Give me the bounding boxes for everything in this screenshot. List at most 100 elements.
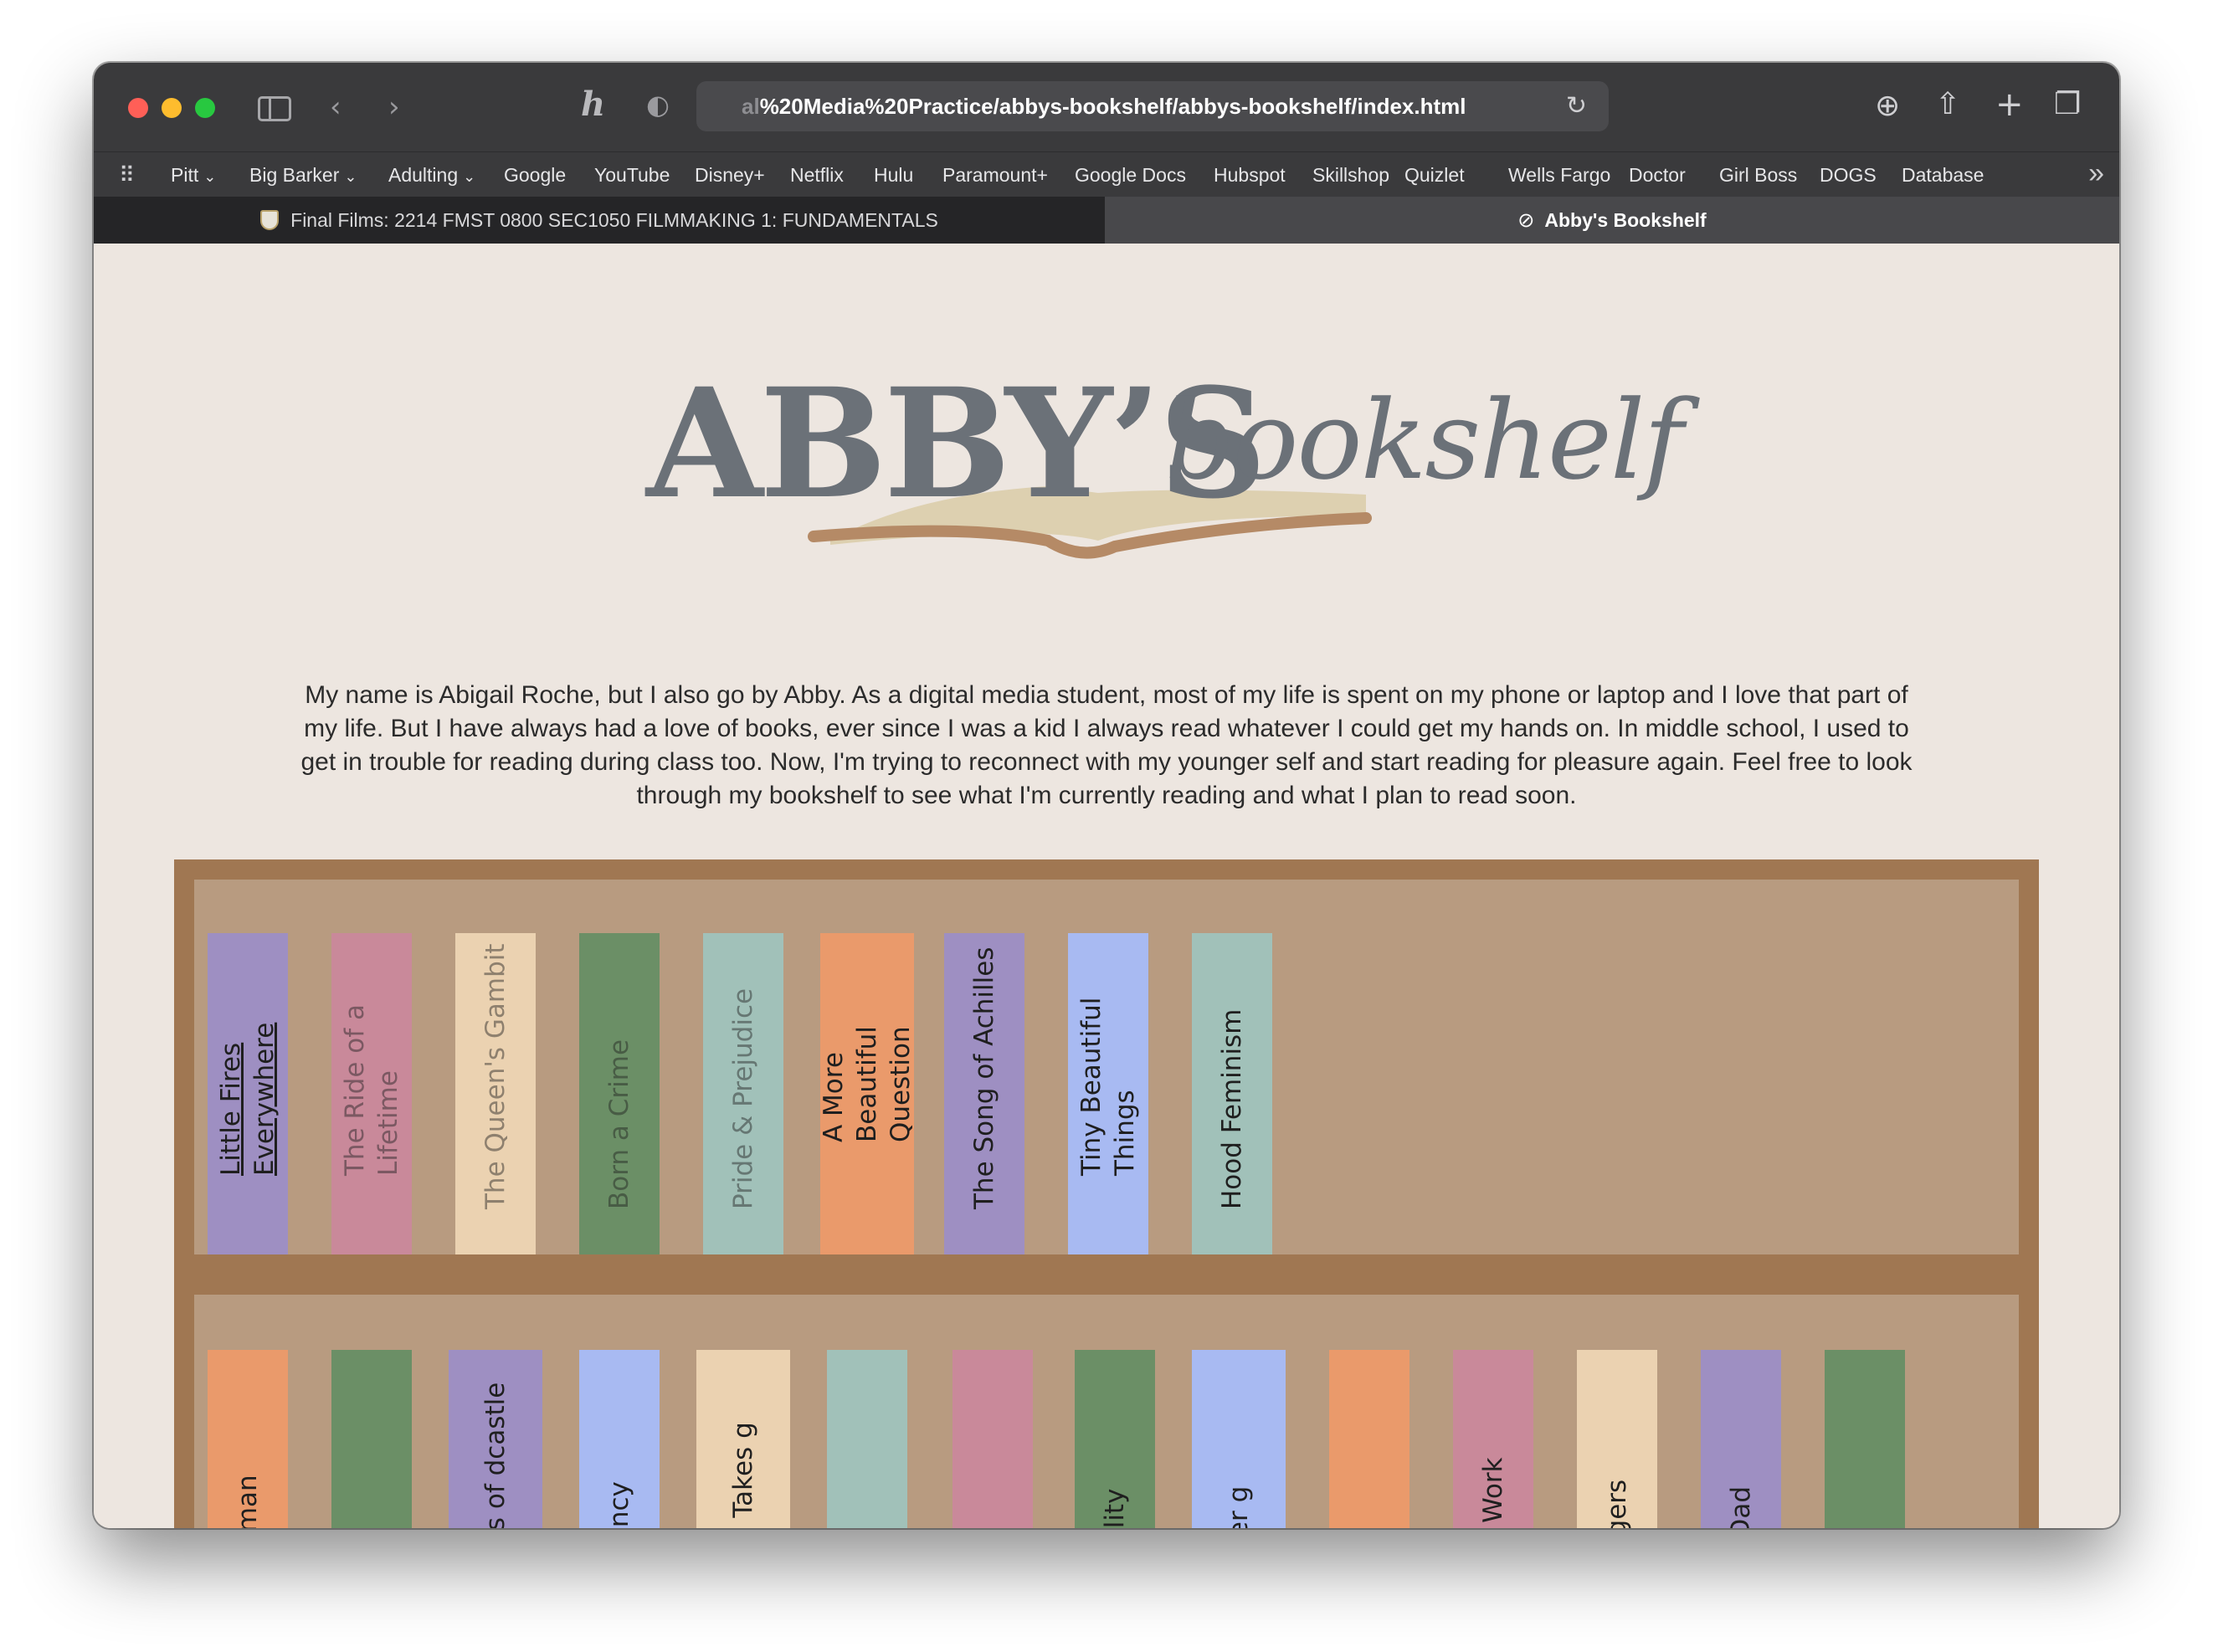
reload-icon[interactable]: ↻ [1566, 91, 1587, 121]
book-spine[interactable]: Hood Feminism [1192, 933, 1272, 1254]
book-spine[interactable]: Tiny Beautiful Things [1068, 933, 1148, 1254]
site-logo: ABBY’S bookshelf [646, 369, 1684, 570]
bookmark-label: Wells Fargo [1508, 164, 1611, 186]
book-spine[interactable]: The Ride of a Lifetime [331, 933, 412, 1254]
apps-grid-icon[interactable]: ⠿ [119, 162, 135, 188]
more-bookmarks-icon[interactable]: » [2088, 157, 2104, 190]
book-spine[interactable]: nsibility [1075, 1350, 1155, 1528]
bookmark-label: Hulu [874, 164, 914, 186]
bookmark-wells-fargo[interactable]: Wells Fargo [1508, 164, 1610, 187]
book-spine[interactable]: ever Work [1453, 1350, 1533, 1528]
page-content: ABBY’S bookshelf My name is Abigail Roch… [94, 244, 2119, 1528]
bookmark-youtube[interactable]: YouTube [594, 164, 670, 187]
tab-label: Final Films: 2214 FMST 0800 SEC1050 FILM… [290, 208, 938, 231]
shelf-bottom: atchman ater eaths of dcastle Vacancy nnial … [194, 1295, 2019, 1528]
bookmark-quizlet[interactable]: Quizlet [1404, 164, 1465, 187]
book-spine[interactable]: Born a Crime [579, 933, 660, 1254]
book-title: The Ride of a Lifetime [340, 1004, 403, 1176]
book-spine[interactable]: The Song of Achilles [944, 933, 1024, 1254]
tab-overview-icon[interactable]: ❐ [2054, 90, 2081, 120]
book-title: Hood Feminism [1217, 1008, 1247, 1209]
tab-bar: Final Films: 2214 FMST 0800 SEC1050 FILM… [94, 197, 2119, 244]
bookmark-hubspot[interactable]: Hubspot [1214, 164, 1286, 187]
book-spine[interactable]: atchman [208, 1350, 288, 1528]
downloads-icon[interactable]: ⊕ [1875, 91, 1900, 121]
forward-icon[interactable]: › [388, 93, 400, 121]
book-title: Tiny Beautiful Things [1076, 997, 1140, 1176]
bookmark-database[interactable]: Database [1902, 164, 1984, 187]
url-faded-prefix: al [742, 94, 760, 119]
bookmark-label: Disney+ [695, 164, 765, 186]
bookmark-label: DOGS [1820, 164, 1877, 186]
book-title: atchman [231, 1475, 264, 1528]
book-spine[interactable]: oor Dad [1701, 1350, 1781, 1528]
bookmark-label: Quizlet [1404, 164, 1465, 186]
tab-final-films[interactable]: Final Films: 2214 FMST 0800 SEC1050 FILM… [94, 197, 1105, 244]
intro-paragraph: My name is Abigail Roche, but I also go … [300, 681, 1913, 809]
bookmark-skillshop[interactable]: Skillshop [1312, 164, 1389, 187]
close-window-button[interactable] [128, 98, 148, 118]
bookmark-netflix[interactable]: Netflix [790, 164, 844, 187]
bookmark-label: Adulting [388, 164, 459, 186]
zoom-window-button[interactable] [195, 98, 215, 118]
bookmark-girl-boss[interactable]: Girl Boss [1719, 164, 1797, 187]
bookmark-label: Netflix [790, 164, 844, 186]
book-spine[interactable]: Vacancy [579, 1350, 660, 1528]
bookmark-hulu[interactable]: Hulu [874, 164, 913, 187]
bookmark-label: Google Docs [1075, 164, 1186, 186]
bookmark-pitt[interactable]: Pitt ⌄ [171, 164, 216, 187]
bookmark-adulting[interactable]: Adulting ⌄ [388, 164, 475, 187]
bookmark-label: Girl Boss [1719, 164, 1798, 186]
book-spine[interactable]: Pride & Prejudice [703, 933, 783, 1254]
book-spine[interactable]: A More Beautiful Question [819, 933, 916, 1254]
bookmark-google-docs[interactable]: Google Docs [1075, 164, 1186, 187]
tab-abbys-bookshelf[interactable]: ⊘ Abby's Bookshelf [1105, 197, 2119, 244]
bookmark-doctor[interactable]: Doctor [1629, 164, 1686, 187]
tab-label: Abby's Bookshelf [1544, 208, 1707, 231]
chevron-down-icon: ⌄ [463, 168, 476, 185]
book-title: Pride & Prejudice [728, 988, 758, 1209]
bookmark-disney-[interactable]: Disney+ [695, 164, 765, 187]
share-icon[interactable]: ⇧ [1935, 90, 1960, 120]
bookmark-paramount-[interactable]: Paramount+ [942, 164, 1048, 187]
chevron-down-icon: ⌄ [344, 168, 357, 185]
browser-window: ‹ › h ◐ al%20Media%20Practice/abbys-book… [94, 63, 2119, 1528]
book-title: nsibility [1098, 1489, 1132, 1528]
book-spine[interactable] [1329, 1350, 1409, 1528]
book-spine[interactable]: trangers [1577, 1350, 1657, 1528]
url-text: al%20Media%20Practice/abbys-bookshelf/ab… [742, 94, 1466, 120]
bookmark-label: Google [504, 164, 567, 186]
book-spine[interactable]: Pooh [1825, 1350, 1905, 1528]
honey-extension-icon[interactable]: h [581, 88, 605, 121]
shelf-top: Little Fires Everywhere The Ride of a Lif… [194, 880, 2019, 1254]
bookmark-dogs[interactable]: DOGS [1820, 164, 1877, 187]
book-spine[interactable]: en [827, 1350, 907, 1528]
book-title: The Queen's Gambit [480, 943, 511, 1209]
book-spine[interactable]: ater [331, 1350, 412, 1528]
book-spine[interactable]: eaths of dcastle [449, 1350, 542, 1528]
address-bar[interactable]: al%20Media%20Practice/abbys-bookshelf/ab… [696, 81, 1609, 131]
book-title: eaths of dcastle [480, 1382, 511, 1528]
book-title: ever Work [1478, 1457, 1508, 1528]
url-path: %20Media%20Practice/abbys-bookshelf/abby… [759, 94, 1466, 119]
book-title: Born a Crime [604, 1039, 634, 1209]
book-spine[interactable]: lity [952, 1350, 1033, 1528]
new-tab-icon[interactable]: + [1995, 88, 2024, 121]
bookmark-label: Database [1902, 164, 1985, 186]
book-spine[interactable]: The Queen's Gambit [455, 933, 536, 1254]
book-spine[interactable]: nnial Takes g [696, 1350, 790, 1528]
back-icon[interactable]: ‹ [330, 93, 341, 121]
bookmark-big-barker[interactable]: Big Barker ⌄ [249, 164, 357, 187]
book-title: Vacancy [603, 1481, 636, 1528]
privacy-shield-icon[interactable]: ◐ [646, 91, 670, 118]
pitt-shield-icon [260, 210, 280, 230]
bookmark-google[interactable]: Google [504, 164, 566, 187]
minimize-window-button[interactable] [162, 98, 182, 118]
bookmark-label: Doctor [1629, 164, 1686, 186]
sidebar-toggle-icon[interactable] [258, 96, 291, 121]
book-spine[interactable]: Power g [1192, 1350, 1286, 1528]
bookmark-label: Skillshop [1312, 164, 1390, 186]
bookmark-label: YouTube [594, 164, 670, 186]
bookmark-label: Pitt [171, 164, 199, 186]
book-spine[interactable]: Little Fires Everywhere [208, 933, 288, 1254]
